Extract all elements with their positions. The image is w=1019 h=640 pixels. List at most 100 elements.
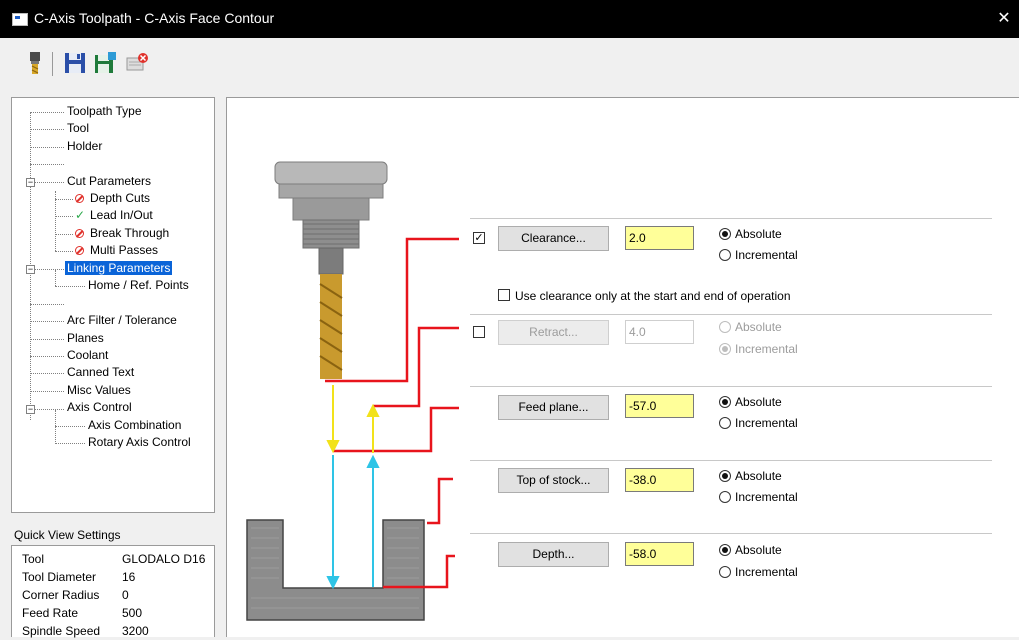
tool-icon[interactable] — [22, 50, 48, 76]
top-of-stock-value-field[interactable]: -38.0 — [625, 468, 694, 492]
tree-item-axis-control[interactable]: Axis Control — [67, 399, 132, 416]
clearance-checkbox[interactable]: ✓ — [473, 232, 485, 244]
checkmark-icon: ✓ — [75, 208, 86, 223]
quick-view-value: 16 — [122, 570, 136, 584]
tree-item-break-through[interactable]: Break Through — [75, 225, 169, 242]
radio-dot — [719, 491, 731, 503]
tree-item-home-ref-points[interactable]: Home / Ref. Points — [88, 277, 189, 294]
retract-checkbox[interactable] — [473, 326, 485, 338]
depth-incremental-radio[interactable]: Incremental — [719, 564, 798, 580]
tree-item-toolpath-type[interactable]: Toolpath Type — [67, 103, 142, 120]
tree-item-label: Tool — [67, 121, 90, 135]
clearance-incremental-radio[interactable]: Incremental — [719, 247, 798, 263]
radio-label: Incremental — [735, 248, 798, 262]
tree-line — [55, 199, 73, 200]
clearance-only-label: Use clearance only at the start and end … — [515, 289, 791, 303]
tree-line — [55, 216, 73, 217]
tree-item-label: Planes — [67, 331, 104, 345]
save-icon[interactable] — [62, 50, 88, 76]
tree-line — [55, 251, 73, 252]
window-title: C-Axis Toolpath - C-Axis Face Contour — [34, 10, 275, 26]
tree-line — [35, 409, 64, 410]
quick-view-row: Tool GLODALO D16 — [22, 550, 205, 568]
tree-item-label: Holder — [67, 139, 103, 153]
top-of-stock-button[interactable]: Top of stock... — [498, 468, 609, 493]
cancel-icon[interactable] — [124, 50, 150, 76]
radio-label: Absolute — [735, 543, 782, 557]
tree-item-arc-filter-tolerance[interactable]: Arc Filter / Tolerance — [67, 312, 177, 329]
collapse-icon[interactable]: − — [26, 265, 35, 274]
tree-line — [55, 426, 85, 427]
feed-plane-absolute-radio[interactable]: Absolute — [719, 394, 782, 410]
tree-line — [35, 182, 64, 183]
save-as-icon[interactable] — [92, 50, 118, 76]
collapse-icon[interactable]: − — [26, 405, 35, 414]
radio-dot — [719, 417, 731, 429]
close-icon[interactable]: ✕ — [997, 8, 1011, 28]
tree-line — [55, 270, 56, 286]
feed-plane-value-field[interactable]: -57.0 — [625, 394, 694, 418]
clearance-button[interactable]: Clearance... — [498, 226, 609, 251]
tree-item-multi-passes[interactable]: Multi Passes — [75, 242, 158, 259]
tree-item-cut-parameters[interactable]: Cut Parameters — [67, 173, 151, 190]
clearance-only-checkbox[interactable] — [498, 289, 510, 301]
tree-item-label: Home / Ref. Points — [88, 278, 189, 292]
retract-incremental-radio[interactable]: Incremental — [719, 341, 798, 357]
collapse-icon[interactable]: − — [26, 178, 35, 187]
retract-absolute-radio[interactable]: Absolute — [719, 319, 782, 335]
tree-item-coolant[interactable]: Coolant — [67, 347, 108, 364]
clearance-absolute-radio[interactable]: Absolute — [719, 226, 782, 242]
tree-line — [55, 286, 85, 287]
separator — [470, 314, 992, 315]
retract-value-field[interactable]: 4.0 — [625, 320, 694, 344]
tree-item-rotary-axis-control[interactable]: Rotary Axis Control — [88, 434, 191, 451]
tree-item-depth-cuts[interactable]: Depth Cuts — [75, 190, 150, 207]
tree-item-lead-in-out[interactable]: ✓ Lead In/Out — [75, 207, 153, 224]
radio-dot — [719, 396, 731, 408]
depth-absolute-radio[interactable]: Absolute — [719, 542, 782, 558]
tree-item-label: Lead In/Out — [90, 208, 153, 222]
tree-item-label: Linking Parameters — [65, 261, 173, 275]
radio-dot — [719, 566, 731, 578]
end-mill-graphic — [319, 274, 343, 379]
quick-view-row: Spindle Speed 3200 — [22, 622, 149, 640]
tree-item-planes[interactable]: Planes — [67, 330, 104, 347]
tree-item-linking-parameters[interactable]: Linking Parameters — [65, 260, 173, 277]
quick-view-value: 3200 — [122, 624, 149, 638]
clearance-value-field[interactable]: 2.0 — [625, 226, 694, 250]
tree-line — [55, 410, 56, 444]
tree-item-label: Coolant — [67, 348, 109, 362]
disabled-status-icon — [75, 246, 84, 256]
tree-item-misc-values[interactable]: Misc Values — [67, 382, 131, 399]
retract-button[interactable]: Retract... — [498, 320, 609, 345]
tree-item-tool[interactable]: Tool — [67, 120, 89, 137]
tree-line — [30, 356, 64, 357]
tree-line — [30, 304, 64, 305]
disabled-status-icon — [75, 229, 84, 239]
radio-label: Absolute — [735, 320, 782, 334]
tree-item-label: Depth Cuts — [90, 191, 151, 205]
tree-line — [55, 234, 73, 235]
depth-button[interactable]: Depth... — [498, 542, 609, 567]
quick-view-key: Tool — [22, 552, 45, 566]
tree-item-axis-combination[interactable]: Axis Combination — [88, 417, 181, 434]
quick-view-row: Corner Radius 0 — [22, 586, 129, 604]
plunge-arrows — [326, 454, 380, 590]
depth-value-field[interactable]: -58.0 — [625, 542, 694, 566]
tree-line — [30, 164, 64, 165]
tree-item-holder[interactable]: Holder — [67, 138, 102, 155]
radio-dot — [719, 343, 731, 355]
quick-view-row: Tool Diameter 16 — [22, 568, 135, 586]
tree-line — [35, 269, 64, 270]
quick-view-title: Quick View Settings — [14, 528, 121, 542]
feed-plane-button[interactable]: Feed plane... — [498, 395, 609, 420]
tree-item-canned-text[interactable]: Canned Text — [67, 364, 134, 381]
tree-line — [30, 129, 64, 130]
top-of-stock-incremental-radio[interactable]: Incremental — [719, 489, 798, 505]
tree-item-label: Axis Combination — [88, 418, 182, 432]
top-of-stock-absolute-radio[interactable]: Absolute — [719, 468, 782, 484]
feed-plane-incremental-radio[interactable]: Incremental — [719, 415, 798, 431]
tree-line — [30, 112, 64, 113]
app-window-icon — [12, 13, 28, 26]
quick-view-key: Feed Rate — [22, 606, 79, 620]
